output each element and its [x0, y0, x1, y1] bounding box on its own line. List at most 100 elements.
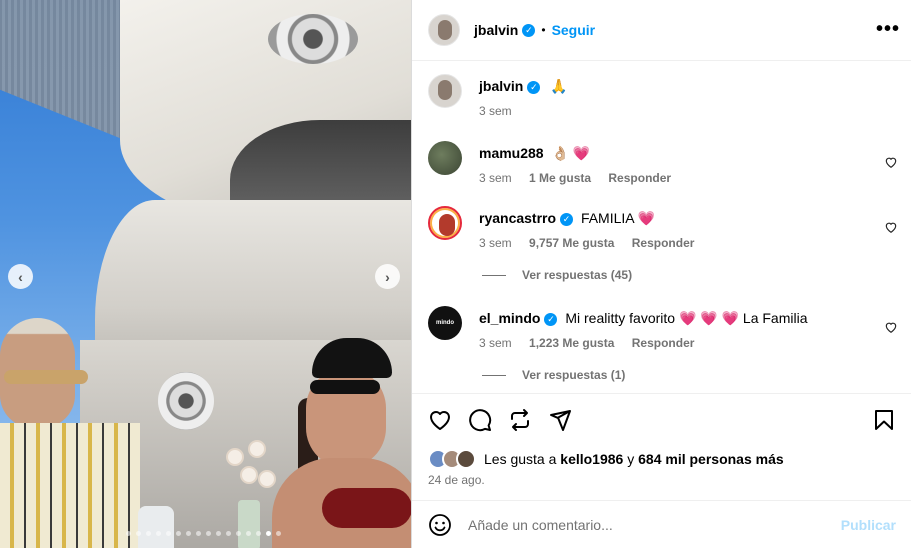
striped-shirt: [0, 423, 140, 548]
person-right: [262, 338, 411, 548]
verified-icon: ✓: [522, 23, 536, 37]
flower: [240, 466, 258, 484]
comment-icon[interactable]: [468, 408, 492, 432]
comment-username[interactable]: ryancastrro: [479, 210, 556, 226]
flower: [226, 448, 244, 466]
comment-input[interactable]: [468, 517, 828, 533]
comment-line: ryancastrro ✓ FAMILIA 💗: [479, 210, 655, 227]
carousel-dot: [166, 531, 171, 536]
comment-item: ryancastrro ✓ FAMILIA 💗 3 sem 9,757 Me gu…: [428, 206, 898, 256]
caption-meta: 3 sem: [479, 104, 526, 118]
carousel-dot: [276, 531, 281, 536]
comment-username[interactable]: el_mindo: [479, 310, 540, 326]
repost-icon[interactable]: [508, 408, 532, 432]
reply-button[interactable]: Responder: [632, 236, 695, 250]
caption-username[interactable]: jbalvin: [479, 78, 523, 94]
carousel-dot: [136, 531, 141, 536]
comment-time: 3 sem: [479, 336, 512, 350]
more-icon[interactable]: •••: [876, 18, 900, 41]
comment-line: el_mindo ✓ Mi realitty favorito 💗 💗 💗 La …: [479, 310, 808, 327]
comments-list[interactable]: jbalvin ✓ 🙏 3 sem mamu288 👌🏼 💗 3 sem 1 Me…: [412, 61, 911, 393]
caption: jbalvin ✓ 🙏 3 sem: [428, 74, 898, 124]
comment-likes[interactable]: 1,223 Me gusta: [529, 336, 614, 350]
comment-likes[interactable]: 9,757 Me gusta: [529, 236, 614, 250]
likes-prefix: Les gusta a: [484, 451, 557, 467]
likes-summary[interactable]: Les gusta a kello1986 y 684 mil personas…: [428, 449, 784, 469]
reply-button[interactable]: Responder: [608, 171, 671, 185]
caption-text: 🙏: [550, 78, 568, 94]
verified-icon: ✓: [544, 312, 558, 326]
commenter-avatar[interactable]: [428, 206, 462, 240]
post-date[interactable]: 24 de ago.: [428, 473, 485, 487]
action-icons: [428, 408, 572, 432]
post-header: jbalvin ✓ • Seguir •••: [412, 0, 911, 61]
carousel-dot: [186, 531, 191, 536]
carousel-dot: [256, 531, 261, 536]
carousel-dot: [216, 531, 221, 536]
sunglasses: [310, 380, 380, 394]
carousel-dot: [156, 531, 161, 536]
verified-icon: ✓: [560, 212, 574, 226]
comment-text: Mi realitty favorito 💗 💗 💗 La Familia: [565, 310, 808, 326]
post-actions: Les gusta a kello1986 y 684 mil personas…: [412, 393, 911, 548]
caption-line: jbalvin ✓ 🙏: [479, 78, 568, 95]
comment-item: mamu288 👌🏼 💗 3 sem 1 Me gusta Responder: [428, 141, 898, 191]
comment-item: mindo el_mindo ✓ Mi realitty favorito 💗 💗…: [428, 306, 898, 356]
carousel-dot: [206, 531, 211, 536]
carousel-prev-button[interactable]: ‹: [8, 264, 33, 289]
add-comment-bar: Publicar: [412, 500, 911, 548]
boat-speaker: [158, 372, 214, 430]
share-icon[interactable]: [548, 408, 572, 432]
likes-others[interactable]: 684 mil personas más: [638, 451, 784, 467]
follow-button[interactable]: Seguir: [552, 22, 596, 38]
carousel-dot: [226, 531, 231, 536]
emoji-icon[interactable]: [428, 513, 452, 537]
post-panel: jbalvin ✓ • Seguir ••• jbalvin ✓ 🙏 3 sem …: [411, 0, 911, 548]
comment-meta: 3 sem 9,757 Me gusta Responder: [479, 236, 708, 250]
verified-icon: ✓: [527, 80, 541, 94]
comment-meta: 3 sem 1,223 Me gusta Responder: [479, 336, 708, 350]
comment-time: 3 sem: [479, 236, 512, 250]
comment-text: 👌🏼 💗: [551, 145, 591, 161]
publish-button[interactable]: Publicar: [841, 517, 896, 533]
author-username[interactable]: jbalvin: [474, 22, 518, 38]
comment-text: FAMILIA 💗: [580, 210, 656, 226]
reply-button[interactable]: Responder: [632, 336, 695, 350]
likes-user[interactable]: kello1986: [560, 451, 623, 467]
heart-icon[interactable]: [884, 220, 898, 234]
likes-connector: y: [627, 451, 635, 467]
comment-time: 3 sem: [479, 171, 512, 185]
heart-icon[interactable]: [884, 320, 898, 334]
water-bottle: [138, 506, 174, 548]
avatar-label: mindo: [436, 320, 454, 326]
separator-dot: •: [541, 23, 546, 37]
commenter-avatar[interactable]: mindo: [428, 306, 462, 340]
chevron-right-icon: ›: [385, 268, 390, 285]
comment-meta: 3 sem 1 Me gusta Responder: [479, 171, 685, 185]
sunglasses: [4, 370, 88, 384]
author-avatar[interactable]: [428, 14, 460, 46]
carousel-dot: [246, 531, 251, 536]
heart-icon[interactable]: [428, 408, 452, 432]
carousel-dot: [126, 531, 131, 536]
carousel-dot: [176, 531, 181, 536]
post-media[interactable]: ‹ ›: [0, 0, 411, 548]
view-replies-button[interactable]: Ver respuestas (45): [482, 268, 632, 282]
red-bikini: [322, 488, 411, 528]
author-avatar[interactable]: [428, 74, 462, 108]
heart-icon[interactable]: [884, 155, 898, 169]
bookmark-icon[interactable]: [872, 408, 896, 432]
commenter-avatar[interactable]: [428, 141, 462, 175]
carousel-indicator: [126, 531, 281, 536]
boat-speaker: [268, 14, 358, 64]
comment-likes[interactable]: 1 Me gusta: [529, 171, 591, 185]
view-replies-button[interactable]: Ver respuestas (1): [482, 368, 625, 382]
carousel-dot: [146, 531, 151, 536]
chevron-left-icon: ‹: [18, 268, 23, 285]
comment-username[interactable]: mamu288: [479, 145, 544, 161]
comment-line: mamu288 👌🏼 💗: [479, 145, 590, 162]
liker-avatar: [456, 449, 476, 469]
carousel-dot: [196, 531, 201, 536]
carousel-dot: [236, 531, 241, 536]
carousel-next-button[interactable]: ›: [375, 264, 400, 289]
